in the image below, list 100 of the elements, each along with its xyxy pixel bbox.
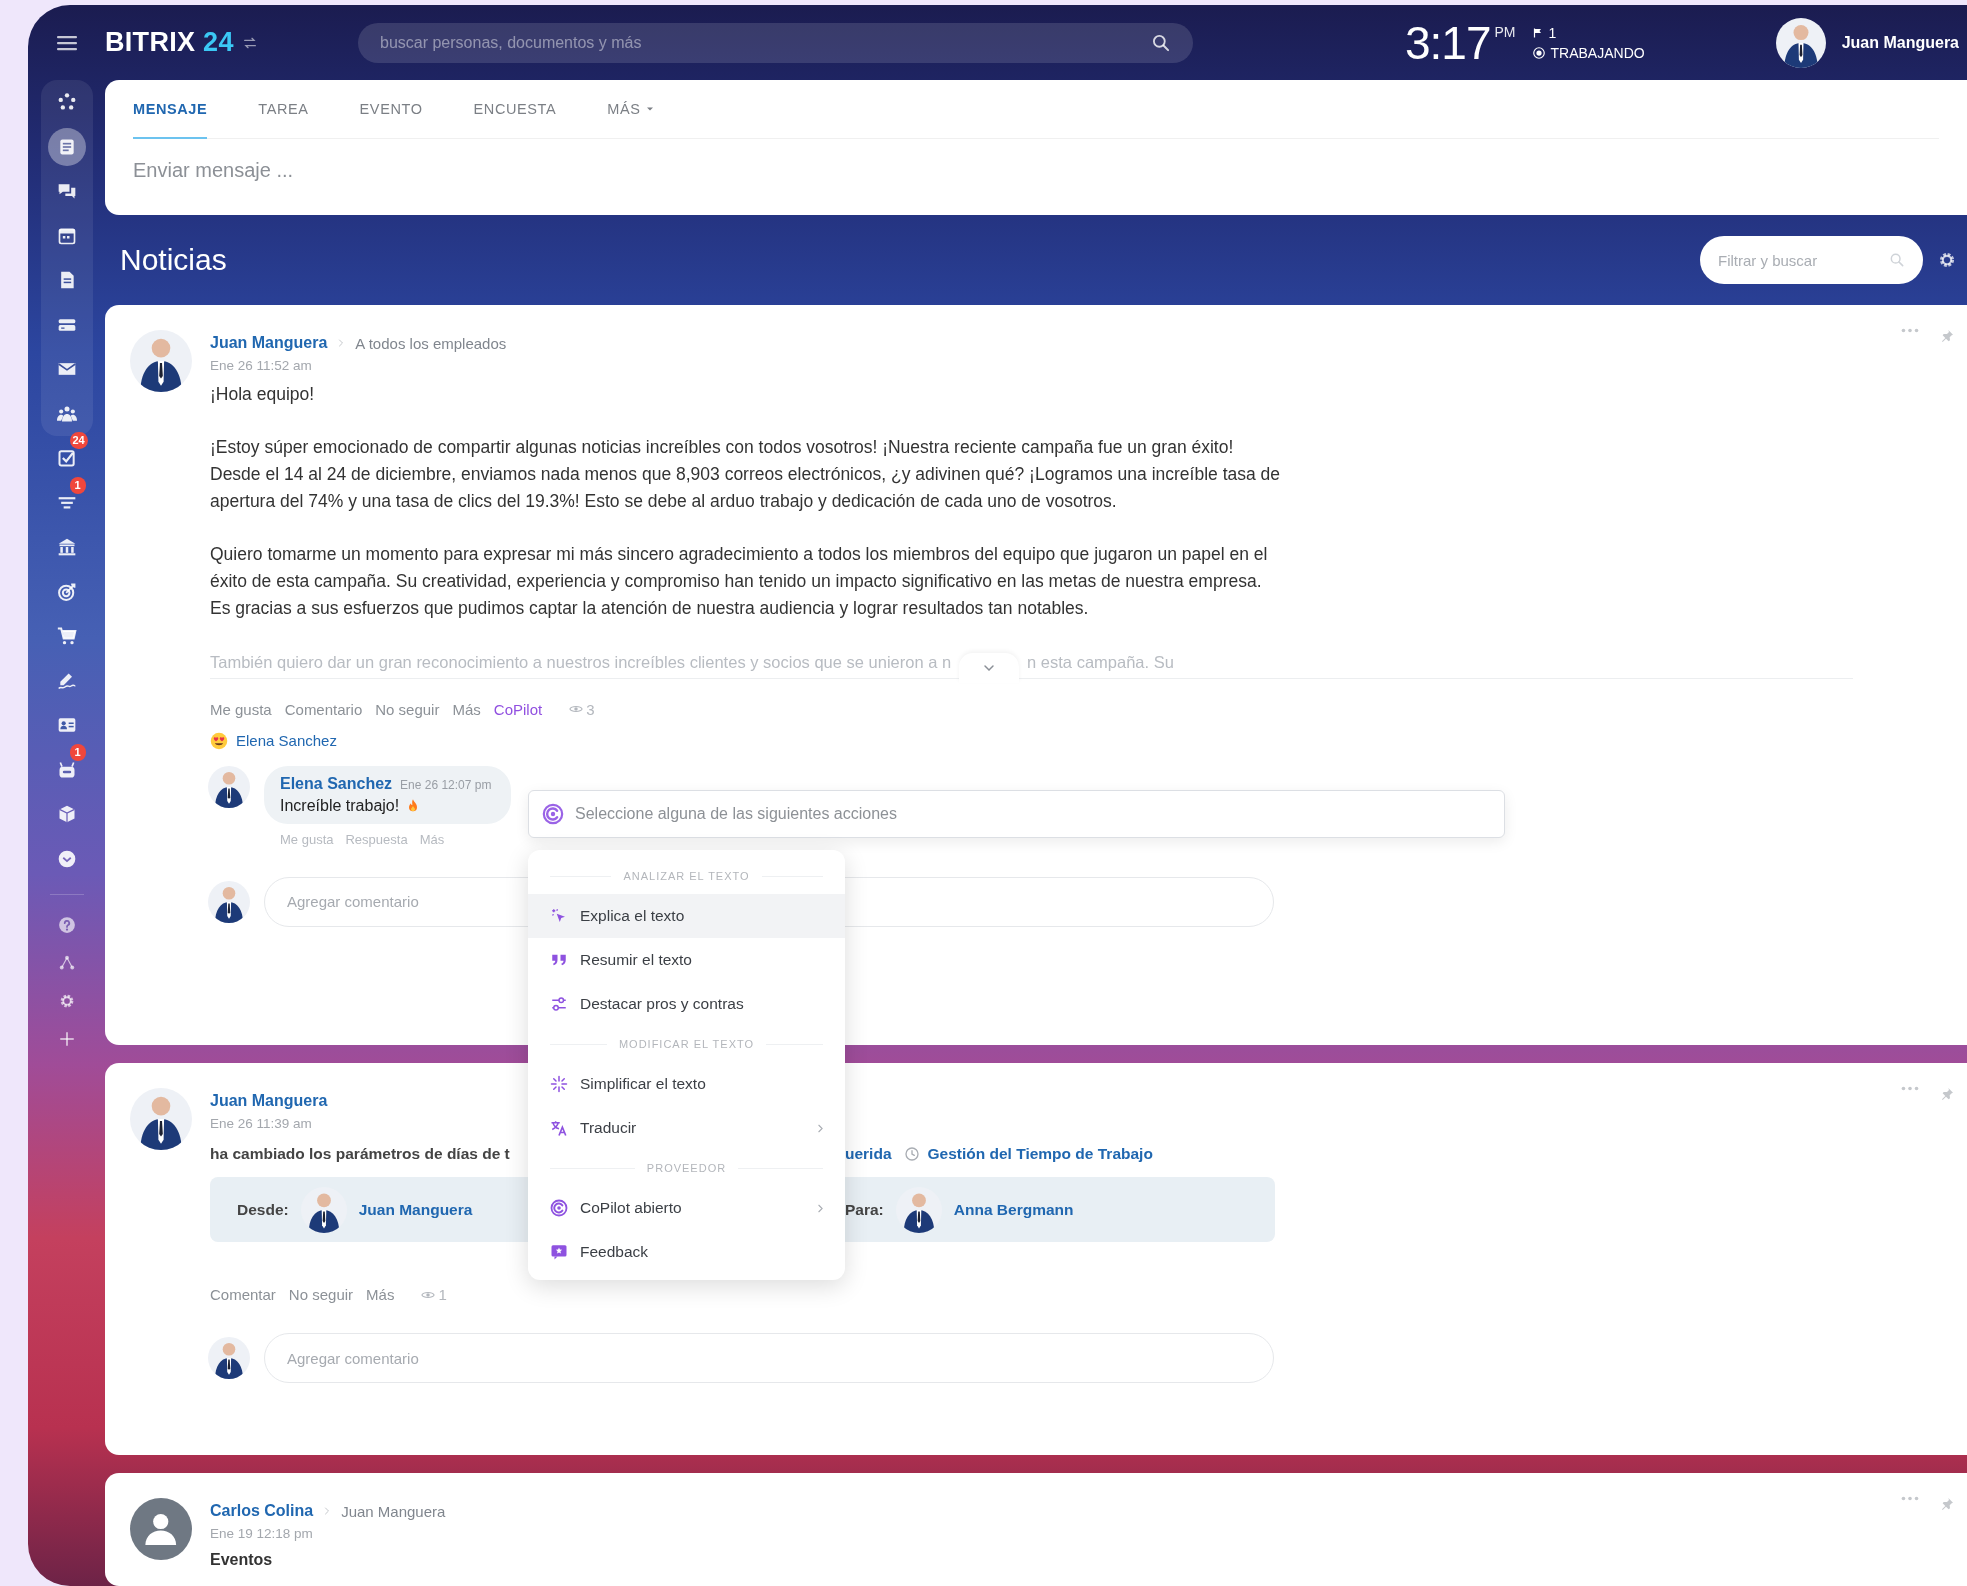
search-icon: [1889, 252, 1905, 268]
flag-icon: [1531, 26, 1544, 39]
pin-icon: [1939, 1496, 1955, 1512]
user-avatar: [895, 1186, 942, 1233]
flag-counter[interactable]: 1: [1531, 24, 1645, 41]
feed-title: Noticias: [120, 243, 228, 277]
nodes-icon: [57, 953, 76, 972]
help-icon: [57, 915, 76, 934]
post-date: Ene 19 12:18 pm: [210, 1526, 313, 1541]
contact-card-icon: [56, 715, 77, 735]
copilot-menu-item[interactable]: Feedback: [528, 1230, 845, 1274]
author-link[interactable]: Juan Manguera: [210, 1092, 328, 1110]
settings-button[interactable]: [1937, 250, 1957, 270]
module-link[interactable]: Gestión del Tiempo de Trabajo: [927, 1145, 1153, 1163]
user-link[interactable]: Juan Manguera: [358, 1200, 473, 1219]
dots-icon: [1901, 1086, 1919, 1091]
copilot-menu-item[interactable]: Resumir el texto: [528, 938, 845, 982]
smiley-icon: [210, 732, 228, 750]
menu-section-label: PROVEEDOR: [646, 1162, 727, 1174]
recipient-name: A todos los empleados: [355, 334, 507, 352]
copilot-menu-item[interactable]: CoPilot abierto: [528, 1186, 845, 1230]
record-icon: [1531, 45, 1546, 60]
dots-icon: [1901, 1496, 1919, 1501]
cart-icon: [56, 626, 77, 646]
post-date: Ene 26 11:39 am: [210, 1116, 312, 1131]
faded-text: También quiero dar un gran reconocimiento a nuestros increíbles clientes y socios que se unieron a n: [210, 653, 952, 673]
chevron-circle-icon: [56, 848, 77, 869]
cube-icon: [56, 804, 77, 824]
copilot-menu-item[interactable]: Simplificar el texto: [528, 1062, 845, 1106]
user-avatar: [208, 881, 250, 923]
dots-icon: [1901, 328, 1919, 333]
logo-text[interactable]: BITRIX 24: [105, 27, 234, 58]
count-badge: 24: [69, 432, 88, 449]
composer-tab[interactable]: MÁS: [607, 80, 657, 139]
menu-section-label: MODIFICAR EL TEXTO: [618, 1038, 755, 1050]
author-link[interactable]: Juan Manguera: [210, 334, 328, 352]
user-avatar: [1775, 17, 1826, 68]
comment-date: Ene 26 12:07 pm: [400, 778, 492, 792]
user-avatar: [208, 766, 250, 808]
post-paragraph: Quiero tomarme un momento para expresar mi más sincero agradecimiento a todos los miembros del equipo que jugaron un papel en el éxito de esta campaña. Su creatividad, experiencia y compromiso han tenido un impacto significativo en las metas de nuestra empresa. Es gracias a sus esfuerzos que pudimos captar la atención de nuestra audiencia y lograr resultados tan notables.: [210, 543, 1269, 620]
user-avatar: [130, 1498, 192, 1560]
action-link[interactable]: Comentar: [210, 1286, 276, 1303]
user-avatar: [208, 1337, 250, 1379]
search-icon: [1151, 32, 1171, 53]
comment-text: Increíble trabajo!: [280, 797, 400, 815]
menu-section-label: ANALIZAR EL TEXTO: [623, 870, 750, 882]
copilot-icon: [542, 803, 564, 825]
action-link[interactable]: CoPilot: [493, 701, 543, 718]
copilot-prompt-field[interactable]: Seleccione alguna de las siguientes acciones: [528, 790, 1505, 838]
user-name[interactable]: Juan Manguera: [1841, 33, 1959, 52]
composer-tab[interactable]: MENSAJE: [133, 80, 208, 139]
faded-text: n esta campaña. Su: [1027, 653, 1174, 673]
action-link[interactable]: No seguir: [375, 701, 440, 718]
composer-tab[interactable]: EVENTO: [359, 80, 423, 139]
pin-icon: [1939, 1086, 1955, 1102]
change-text: ha cambiado los parámetros de días de t: [210, 1145, 511, 1163]
copilot-menu-item[interactable]: Destacar pros y contras: [528, 982, 845, 1026]
user-avatar: [130, 330, 192, 392]
reaction-user-link[interactable]: Elena Sanchez: [236, 732, 337, 750]
composer-tab[interactable]: ENCUESTA: [473, 80, 557, 139]
work-status[interactable]: TRABAJANDO: [1531, 44, 1645, 61]
from-label: Desde:: [237, 1200, 289, 1219]
gear-icon: [1937, 250, 1957, 270]
composer-tab[interactable]: TAREA: [258, 80, 309, 139]
sidebar-item[interactable]: [47, 127, 86, 166]
clock-icon: [903, 1146, 920, 1162]
author-link[interactable]: Carlos Colina: [210, 1502, 314, 1520]
post-paragraph: ¡Estoy súper emocionado de compartir algunas noticias increíbles con todos vosotros! ¡Nuestra reciente campaña fue un gran éxito! Desde el 14 al 24 de diciembre, enviamos nada menos que 8,903 correos electrónicos, ¿y adivinen qué? ¡Logramos una increíble tasa de apertura del 74% y una tasa de clics del 19.3%! Esto se debe al arduo trabajo y dedicación de cada uno de vosotros.: [210, 436, 1282, 513]
filter-field[interactable]: Filtrar y buscar: [1700, 236, 1923, 284]
activity-icon: [56, 92, 77, 112]
copilot-menu-item[interactable]: Explica el texto: [528, 894, 845, 938]
post-paragraph: ¡Hola equipo!: [210, 383, 316, 406]
search-field[interactable]: buscar personas, documentos y más: [358, 22, 1193, 63]
plus-icon: [57, 1029, 76, 1048]
building-icon: [56, 537, 77, 557]
to-label: Para:: [845, 1200, 884, 1219]
action-link[interactable]: Comentario: [284, 701, 363, 718]
message-input[interactable]: Enviar mensaje ...: [133, 159, 733, 182]
action-link[interactable]: Más: [366, 1286, 395, 1303]
user-avatar: [130, 1088, 192, 1150]
feedback-icon: [550, 1243, 568, 1261]
author-link[interactable]: Elena Sanchez: [280, 775, 393, 793]
post-title: Eventos: [210, 1551, 274, 1569]
action-link[interactable]: Me gusta: [210, 701, 272, 718]
setting-link[interactable]: uerida: [845, 1145, 892, 1163]
action-link[interactable]: Más: [452, 701, 481, 718]
clock-time: 3:17: [1405, 19, 1491, 66]
checkbox-icon: [56, 448, 77, 468]
chat-bubbles-icon: [56, 181, 77, 201]
sliders-icon: [550, 995, 568, 1013]
user-avatar: [300, 1186, 347, 1233]
post-date: Ene 26 11:52 am: [210, 358, 312, 373]
sparkle-icon: [550, 1075, 568, 1093]
view-count: 1: [421, 1286, 447, 1303]
action-link[interactable]: No seguir: [288, 1286, 354, 1303]
count-badge: 1: [69, 476, 86, 494]
copilot-menu-item[interactable]: Traducir: [528, 1106, 845, 1150]
user-link[interactable]: Anna Bergmann: [953, 1200, 1074, 1219]
comment-field[interactable]: Agregar comentario: [264, 1333, 1274, 1383]
count-badge: 1: [69, 743, 86, 761]
